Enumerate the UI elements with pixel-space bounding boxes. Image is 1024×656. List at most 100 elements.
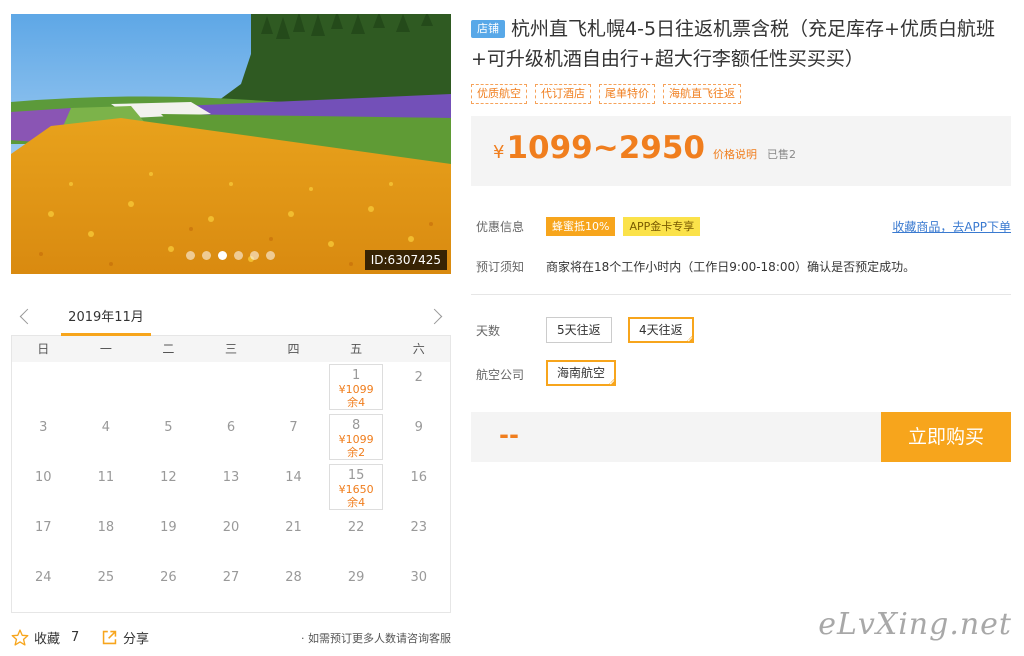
promo-row: 优惠信息 蜂蜜抵10% APP金卡专享 [476,217,701,236]
flower-field-image [11,14,451,274]
day-number: 2 [414,370,423,385]
calendar-day[interactable]: 13 [200,462,263,512]
selected-price: -- [499,421,519,449]
day-price: ¥1099 [338,383,374,396]
favorite-button[interactable]: 收藏 7 [11,628,79,647]
day-number: 7 [289,420,298,435]
prev-month-button[interactable] [17,306,35,328]
day-stock: 余4 [347,496,366,509]
option-hainan-airlines[interactable]: 海南航空 [546,360,617,386]
day-number: 12 [160,470,177,485]
calendar-day[interactable]: 21 [262,512,325,562]
carousel-dot[interactable] [234,251,243,260]
day-number: 24 [35,570,52,585]
day-number: 4 [101,420,110,435]
calendar-month-label: 2019年11月 [61,298,151,336]
buy-bar: -- 立即购买 [471,412,1011,462]
calendar-day[interactable]: 18 [75,512,138,562]
calendar-day [137,362,200,412]
weekday-row: 日一二三四五六 [12,336,450,362]
calendar-day[interactable]: 23 [387,512,450,562]
product-title-text: 杭州直飞札幌4-5日往返机票含税（充足库存+优质白航班+可升级机酒自由行+超大行… [471,18,995,70]
buy-now-button[interactable]: 立即购买 [881,412,1011,462]
day-number: 10 [35,470,52,485]
day-number: 9 [414,420,423,435]
carousel-dot[interactable] [218,251,227,260]
product-photo[interactable]: ID:6307425 [11,14,451,274]
price-explain-link[interactable]: 价格说明 [713,146,757,162]
calendar-day-available[interactable]: 8 ¥1099 余2 [328,414,384,460]
option-5-days[interactable]: 5天往返 [546,317,612,343]
calendar-day[interactable]: 26 [137,562,200,612]
day-number: 25 [97,570,115,585]
day-price: ¥1099 [338,433,374,446]
calendar-day[interactable]: 24 [12,562,75,612]
feature-tag: 海航直飞往返 [663,84,741,104]
calendar-day[interactable]: 20 [200,512,263,562]
favorite-go-app-link[interactable]: 收藏商品，去APP下单 [892,218,1011,235]
calendar-day[interactable]: 5 [137,412,200,462]
promo-label: 优惠信息 [476,220,525,234]
honey-discount-badge: 蜂蜜抵10% [546,217,616,236]
day-number: 16 [410,470,427,485]
day-number: 26 [160,570,177,585]
calendar-day[interactable]: 10 [12,462,75,512]
calendar-day[interactable]: 27 [200,562,263,612]
calendar-day[interactable]: 28 [262,562,325,612]
carousel-dot[interactable] [202,251,211,260]
day-number: 8 [351,418,361,433]
day-number: 21 [285,520,302,535]
calendar-day-available[interactable]: 1 ¥1099 余4 [328,364,384,410]
days-label: 天数 [476,324,501,338]
calendar-day[interactable]: 6 [200,412,263,462]
calendar-day[interactable]: 3 [12,412,75,462]
calendar-day[interactable]: 19 [137,512,200,562]
calendar-day[interactable]: 30 [387,562,450,612]
calendar-day[interactable]: 25 [75,562,138,612]
calendar-day [262,362,325,412]
calendar-day[interactable]: 14 [262,462,325,512]
day-number: 28 [285,570,302,585]
group-booking-note: · 如需预订更多人数请咨询客服 [301,632,451,645]
share-button[interactable]: 分享 [101,628,149,647]
shop-tag: 店铺 [471,20,505,38]
day-number: 15 [347,468,365,483]
carousel-dot[interactable] [266,251,275,260]
calendar-day[interactable]: 16 [387,462,450,512]
booking-label: 预订须知 [476,260,525,274]
calendar-day[interactable]: 4 [75,412,138,462]
weekday-label: 五 [350,342,363,356]
price-currency: ¥ [493,142,505,163]
next-month-button[interactable] [427,306,445,328]
day-number: 19 [160,520,177,535]
day-number: 13 [222,470,240,485]
calendar-day[interactable]: 7 [262,412,325,462]
product-title: 店铺 杭州直飞札幌4-5日往返机票含税（充足库存+优质白航班+可升级机酒自由行+超… [471,14,1016,74]
weekday-label: 日 [37,342,50,356]
day-number: 6 [226,420,236,435]
day-number: 17 [35,520,52,535]
day-number: 3 [39,420,48,435]
price-calendar: 2019年11月 日一二三四五六 1 ¥1099 余4 2 3 4 5 6 7 8 ¥1099 余2 9… [11,298,451,618]
feature-tags: 优质航空 代订酒店 尾单特价 海航直飞往返 [471,84,741,104]
calendar-day[interactable]: 22 [325,512,388,562]
option-4-days[interactable]: 4天往返 [628,317,694,343]
calendar-day[interactable]: 29 [325,562,388,612]
weekday-label: 一 [99,342,112,356]
day-number: 14 [285,470,302,485]
sold-count: 已售2 [767,148,796,161]
carousel-dot[interactable] [186,251,195,260]
divider [471,294,1011,295]
carousel-dot[interactable] [250,251,259,260]
feature-tag: 尾单特价 [599,84,655,104]
weekday-label: 六 [412,342,425,356]
calendar-day[interactable]: 11 [75,462,138,512]
day-number: 20 [222,520,240,535]
calendar-day[interactable]: 2 [387,362,450,412]
calendar-day[interactable]: 17 [12,512,75,562]
calendar-day[interactable]: 9 [387,412,450,462]
calendar-day[interactable]: 12 [137,462,200,512]
calendar-day-available[interactable]: 15 ¥1650 余4 [328,464,384,510]
day-stock: 余2 [347,446,366,459]
calendar-grid: 1 ¥1099 余4 2 3 4 5 6 7 8 ¥1099 余2 9 10 11 12 13 14 15 ¥1650… [12,362,450,612]
